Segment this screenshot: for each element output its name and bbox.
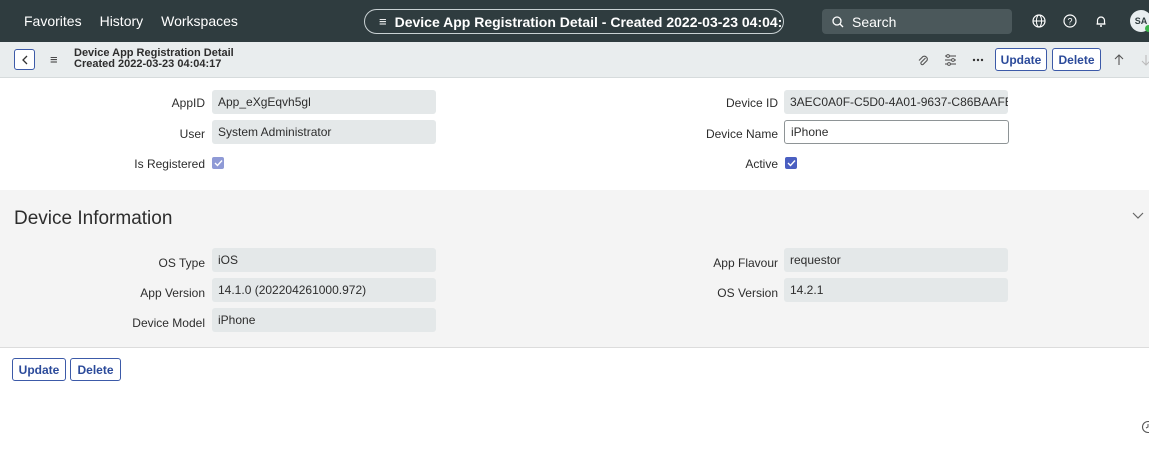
device-id-field[interactable]: 3AEC0A0F-C5D0-4A01-9637-C86BAAFBD — [784, 90, 1008, 114]
history-clock-icon[interactable] — [1140, 420, 1149, 434]
checkmark-icon — [787, 160, 796, 167]
personalize-form-icon[interactable] — [943, 53, 957, 67]
user-label: User — [179, 127, 205, 141]
form-title: Device App Registration Detail Created 2… — [74, 48, 234, 70]
search-placeholder: Search — [852, 13, 897, 30]
svg-text:?: ? — [1067, 17, 1072, 27]
appid-field[interactable]: App_eXgEqvh5gl — [212, 90, 436, 114]
nav-history[interactable]: History — [100, 13, 144, 29]
help-icon[interactable]: ? — [1062, 13, 1078, 29]
search-icon — [832, 15, 844, 27]
footer-delete-button[interactable]: Delete — [70, 358, 121, 381]
form-context-menu-icon[interactable]: ≡ — [50, 52, 58, 67]
nav-workspaces[interactable]: Workspaces — [161, 13, 238, 29]
form-header: ≡ Device App Registration Detail Created… — [0, 42, 1149, 78]
active-label: Active — [745, 157, 778, 171]
attachment-icon[interactable] — [916, 53, 930, 67]
device-model-label: Device Model — [132, 316, 205, 330]
form-title-line2: Created 2022-03-23 04:04:17 — [74, 58, 222, 70]
online-status-dot — [1145, 25, 1149, 32]
app-flavour-label: App Flavour — [713, 256, 778, 270]
header-update-button[interactable]: Update — [995, 48, 1047, 71]
is-registered-checkbox[interactable] — [212, 157, 224, 169]
app-flavour-field[interactable]: requestor — [784, 248, 1008, 272]
app-version-label: App Version — [140, 286, 205, 300]
is-registered-label: Is Registered — [134, 157, 205, 171]
back-button[interactable] — [14, 49, 35, 70]
appid-label: AppID — [171, 96, 205, 110]
device-id-label: Device ID — [725, 96, 778, 110]
os-type-label: OS Type — [158, 256, 205, 270]
header-delete-button[interactable]: Delete — [1052, 48, 1101, 71]
top-navigation-bar: Favorites History Workspaces ≡ Device Ap… — [0, 0, 1149, 42]
device-information-section: Device Information OS Type iOS App Versi… — [0, 190, 1149, 348]
chevron-down-icon[interactable] — [1132, 212, 1144, 220]
avatar-initials: SA — [1134, 16, 1148, 26]
device-name-input[interactable]: iPhone — [784, 120, 1009, 144]
notification-bell-icon[interactable] — [1093, 13, 1109, 29]
arrow-up-icon[interactable] — [1112, 53, 1126, 67]
list-icon: ≡ — [379, 14, 387, 29]
footer-update-button[interactable]: Update — [12, 358, 66, 381]
active-checkbox[interactable] — [785, 157, 797, 169]
user-field[interactable]: System Administrator — [212, 120, 436, 144]
device-name-label: Device Name — [705, 127, 778, 141]
os-version-label: OS Version — [717, 286, 778, 300]
app-version-field[interactable]: 14.1.0 (202204261000.972) — [212, 278, 436, 302]
device-model-field[interactable]: iPhone — [212, 308, 436, 332]
section-title: Device Information — [14, 208, 173, 229]
nav-favorites[interactable]: Favorites — [24, 13, 82, 29]
more-options-icon[interactable] — [971, 53, 985, 67]
checkmark-icon — [214, 160, 223, 167]
global-search-input[interactable]: Search — [822, 9, 1012, 34]
arrow-down-icon[interactable] — [1139, 53, 1149, 67]
chevron-left-icon — [21, 55, 27, 64]
globe-icon[interactable] — [1031, 13, 1047, 29]
record-title: Device App Registration Detail - Created… — [394, 13, 784, 30]
os-type-field[interactable]: iOS — [212, 248, 436, 272]
record-title-pill[interactable]: ≡ Device App Registration Detail - Creat… — [364, 9, 784, 34]
os-version-field[interactable]: 14.2.1 — [784, 278, 1008, 302]
